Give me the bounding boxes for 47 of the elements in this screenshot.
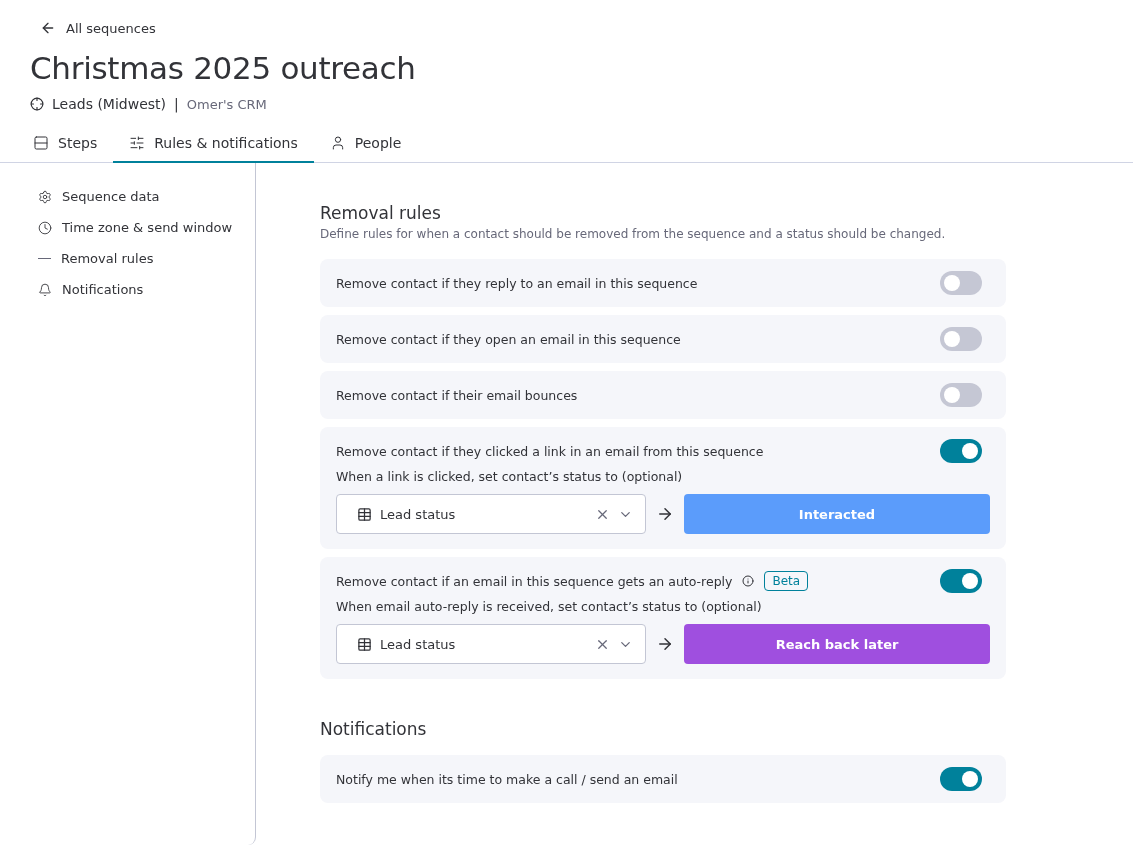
rule-label: Remove contact if their email bounces <box>336 387 578 403</box>
section-heading: Removal rules <box>320 203 442 223</box>
page-title: Christmas 2025 outreach <box>30 50 417 86</box>
rule-label: Remove contact if they reply to an email in this sequence <box>336 275 698 291</box>
table-icon <box>357 636 372 652</box>
sidebar-item[interactable]: Notifications <box>30 280 255 299</box>
tab[interactable]: Rules & notifications <box>113 126 314 163</box>
sidebar-item[interactable]: Removal rules <box>30 249 255 268</box>
field-value: Lead status <box>380 506 456 522</box>
toggle-switch[interactable] <box>940 569 982 593</box>
status-button[interactable]: Reach back later <box>684 624 990 664</box>
rule-label: Remove contact if they open an email in this sequence <box>336 331 681 347</box>
tab[interactable]: People <box>313 126 418 163</box>
toggle-switch[interactable] <box>940 327 982 351</box>
toggle-switch[interactable] <box>940 383 982 407</box>
tab[interactable]: Steps <box>17 126 114 163</box>
rule-label: Notify me when its time to make a call / send an email <box>336 771 678 787</box>
status-prompt: When email auto-reply is received, set contact’s status to (optional) <box>336 599 763 614</box>
arrow-right-icon <box>656 635 674 653</box>
table-icon <box>357 506 372 522</box>
list-name: Leads (Midwest) <box>52 96 166 112</box>
bell-icon <box>38 282 52 297</box>
rows-icon <box>33 135 49 151</box>
sidebar-item[interactable]: Time zone & send window <box>30 218 255 237</box>
arrow-right-icon <box>656 505 674 523</box>
target-icon <box>30 97 44 111</box>
rule-label: Remove contact if they clicked a link in an email from this sequence <box>336 443 764 459</box>
toggle-switch[interactable] <box>940 439 982 463</box>
gear-icon <box>38 189 52 204</box>
dash-icon <box>38 257 51 260</box>
back-link[interactable]: All sequences <box>30 20 1133 36</box>
clock-icon <box>38 220 52 235</box>
field-select[interactable]: Lead status <box>336 494 646 534</box>
section-heading: Notifications <box>320 719 428 739</box>
separator: | <box>174 96 179 112</box>
section-description: Define rules for when a contact should be removed from the sequence and a status should be changed. <box>320 227 947 241</box>
beta-badge: Beta <box>764 571 809 591</box>
field-select[interactable]: Lead status <box>336 624 646 664</box>
toggle-switch[interactable] <box>940 271 982 295</box>
info-icon[interactable] <box>742 575 755 587</box>
sliders-icon <box>129 135 146 151</box>
status-prompt: When a link is clicked, set contact’s status to (optional) <box>336 469 684 484</box>
crm-name: Omer's CRM <box>186 96 267 112</box>
sidebar-item[interactable]: Sequence data <box>30 187 255 206</box>
rule-label: Remove contact if an email in this sequence gets an auto-reply <box>336 573 733 589</box>
toggle-switch[interactable] <box>940 767 982 791</box>
field-value: Lead status <box>380 636 456 652</box>
